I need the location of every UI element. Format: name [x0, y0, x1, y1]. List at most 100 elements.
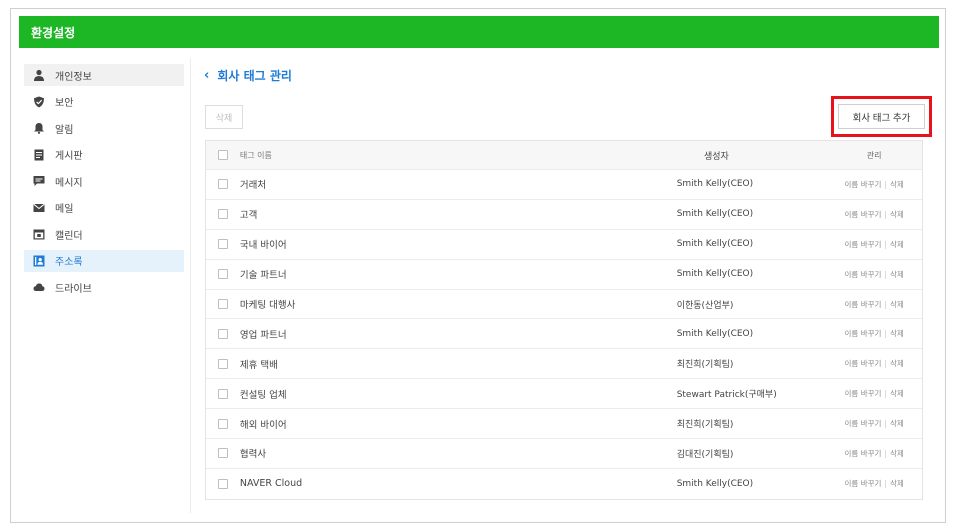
sidebar-item-label: 게시판 [55, 151, 83, 162]
delete-link[interactable]: 삭제 [890, 270, 904, 279]
tag-name: 기술 파트너 [239, 270, 287, 282]
sidebar-item-label: 보안 [55, 98, 74, 109]
sidebar-item-1[interactable]: 보안 [24, 91, 184, 113]
person-icon [32, 68, 46, 82]
sidebar-item-label: 메시지 [55, 177, 83, 189]
sidebar-item-0[interactable]: 개인정보 [24, 64, 184, 86]
row-checkbox[interactable] [217, 299, 228, 309]
tag-creator: Smith Kelly(CEO) [676, 269, 754, 280]
header-manage: 관리 [866, 150, 882, 160]
sidebar-item-label: 알림 [55, 124, 74, 136]
action-separator: | [884, 299, 887, 309]
delete-link[interactable]: 삭제 [890, 300, 904, 309]
row-actions: 이름 바꾸기 | 삭제 [826, 269, 922, 280]
row-actions: 이름 바꾸기 | 삭제 [826, 209, 922, 220]
row-actions: 이름 바꾸기 | 삭제 [826, 448, 922, 459]
delete-link[interactable]: 삭제 [890, 210, 904, 219]
board-icon [32, 148, 46, 162]
sidebar-item-4[interactable]: 메시지 [24, 170, 184, 192]
app-header: 환경설정 [19, 16, 939, 48]
action-separator: | [884, 269, 887, 279]
rename-link[interactable]: 이름 바꾸기 [845, 210, 882, 219]
tag-name: 협력사 [239, 449, 267, 461]
row-actions: 이름 바꾸기 | 삭제 [826, 328, 922, 339]
sidebar-item-5[interactable]: 메일 [24, 197, 184, 219]
rename-link[interactable]: 이름 바꾸기 [845, 449, 882, 458]
delete-link[interactable]: 삭제 [890, 240, 904, 249]
sidebar-item-6[interactable]: 캘린더 [24, 223, 184, 245]
sidebar: 개인정보보안알림게시판메시지메일캘린더주소록드라이브 [24, 64, 184, 303]
row-checkbox[interactable] [217, 179, 228, 190]
table-row: 마케팅 대행사 이한동(산업부) 이름 바꾸기 | 삭제 [206, 290, 922, 320]
row-checkbox[interactable] [217, 239, 228, 250]
row-actions: 이름 바꾸기 | 삭제 [826, 179, 922, 190]
row-checkbox[interactable] [217, 328, 228, 339]
tag-name: 국내 바이어 [239, 240, 287, 252]
sidebar-divider [190, 58, 191, 513]
tag-table: 태그 이름 생성자 관리 거래처 Smith Kelly(CEO) 이름 바꾸기 | 삭… [205, 140, 923, 500]
back-chevron-icon[interactable]: ‹ [204, 68, 209, 83]
row-checkbox[interactable] [217, 209, 228, 220]
rename-link[interactable]: 이름 바꾸기 [845, 270, 882, 279]
table-row: 고객 Smith Kelly(CEO) 이름 바꾸기 | 삭제 [206, 200, 922, 230]
table-body: 거래처 Smith Kelly(CEO) 이름 바꾸기 | 삭제 고객 Smith Kell… [206, 170, 922, 499]
action-separator: | [884, 329, 887, 339]
delete-link[interactable]: 삭제 [890, 479, 904, 488]
sidebar-item-label: 드라이브 [55, 283, 92, 295]
tag-name: 마케팅 대행사 [239, 300, 296, 311]
tag-name: 컨설팅 업체 [239, 389, 287, 401]
table-row: NAVER Cloud Smith Kelly(CEO) 이름 바꾸기 | 삭제 [206, 469, 922, 499]
rename-link[interactable]: 이름 바꾸기 [845, 389, 882, 398]
sidebar-item-2[interactable]: 알림 [24, 117, 184, 139]
header-creator: 생성자 [703, 151, 729, 162]
rename-link[interactable]: 이름 바꾸기 [845, 180, 882, 189]
tag-creator: Smith Kelly(CEO) [676, 179, 754, 190]
table-header: 태그 이름 생성자 관리 [206, 141, 922, 170]
rename-link[interactable]: 이름 바꾸기 [845, 419, 882, 428]
table-row: 영업 파트너 Smith Kelly(CEO) 이름 바꾸기 | 삭제 [206, 319, 922, 350]
sidebar-item-label: 주소록 [55, 257, 83, 268]
row-checkbox[interactable] [217, 418, 228, 429]
rename-link[interactable]: 이름 바꾸기 [845, 300, 882, 309]
sidebar-item-label: 개인정보 [55, 71, 92, 83]
table-row: 협력사 김대진(기획팀) 이름 바꾸기 | 삭제 [206, 439, 922, 469]
row-checkbox[interactable] [217, 478, 228, 489]
delete-link[interactable]: 삭제 [890, 389, 904, 398]
rename-link[interactable]: 이름 바꾸기 [845, 329, 882, 338]
tag-name: 영업 파트너 [239, 329, 287, 341]
page-header: ‹ 회사 태그 관리 [204, 67, 292, 84]
sidebar-item-3[interactable]: 게시판 [24, 144, 184, 166]
row-checkbox[interactable] [217, 448, 228, 459]
message-icon [32, 174, 46, 188]
table-row: 제휴 택배 최진희(기획팀) 이름 바꾸기 | 삭제 [206, 349, 922, 380]
row-checkbox[interactable] [217, 388, 228, 399]
select-all-checkbox[interactable] [217, 150, 228, 160]
row-actions: 이름 바꾸기 | 삭제 [826, 388, 922, 399]
delete-link[interactable]: 삭제 [890, 419, 904, 428]
action-separator: | [884, 448, 887, 458]
rename-link[interactable]: 이름 바꾸기 [845, 479, 882, 488]
row-checkbox[interactable] [217, 358, 228, 369]
calendar-icon [32, 227, 46, 241]
tag-creator: Stewart Patrick(구매부) [676, 390, 777, 401]
rename-link[interactable]: 이름 바꾸기 [845, 359, 882, 368]
add-company-tag-button[interactable]: 회사 태그 추가 [838, 104, 925, 129]
table-row: 국내 바이어 Smith Kelly(CEO) 이름 바꾸기 | 삭제 [206, 230, 922, 260]
tag-creator: Smith Kelly(CEO) [676, 478, 754, 489]
delete-link[interactable]: 삭제 [890, 449, 904, 458]
delete-button[interactable]: 삭제 [205, 105, 243, 129]
table-row: 컨설팅 업체 Stewart Patrick(구매부) 이름 바꾸기 | 삭제 [206, 379, 922, 410]
sidebar-item-8[interactable]: 드라이브 [24, 276, 184, 298]
row-actions: 이름 바꾸기 | 삭제 [826, 239, 922, 250]
delete-link[interactable]: 삭제 [890, 180, 904, 189]
tag-creator: Smith Kelly(CEO) [676, 239, 754, 250]
row-checkbox[interactable] [217, 269, 228, 280]
tag-name: 해외 바이어 [239, 419, 287, 431]
delete-link[interactable]: 삭제 [890, 329, 904, 338]
tag-creator: Smith Kelly(CEO) [676, 209, 754, 220]
delete-link[interactable]: 삭제 [890, 359, 904, 368]
sidebar-item-7[interactable]: 주소록 [24, 249, 184, 272]
rename-link[interactable]: 이름 바꾸기 [845, 240, 882, 249]
row-actions: 이름 바꾸기 | 삭제 [826, 358, 922, 369]
tag-name: 고객 [239, 210, 258, 222]
